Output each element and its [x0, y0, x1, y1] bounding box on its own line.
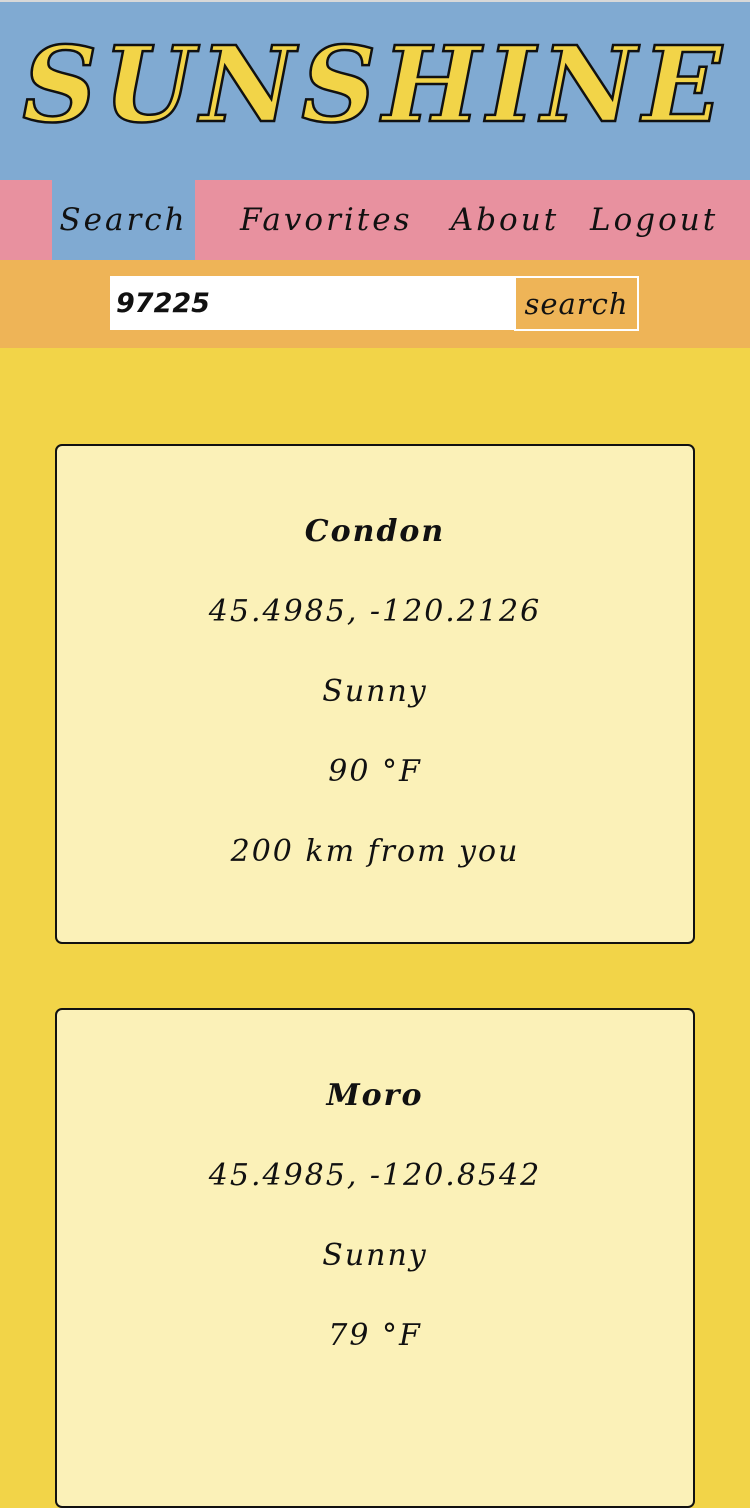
result-card[interactable]: Moro 45.4985, -120.8542 Sunny 79 °F — [55, 1008, 695, 1508]
search-bar: search — [0, 260, 750, 348]
weather-condition: Sunny — [322, 674, 428, 709]
app-header: SUNSHINE — [0, 0, 750, 180]
zip-search-input[interactable] — [110, 276, 514, 330]
nav-item-favorites[interactable]: Favorites — [240, 180, 410, 260]
nav-item-search[interactable]: Search — [52, 180, 195, 260]
search-button[interactable]: search — [514, 276, 639, 331]
distance: 200 km from you — [230, 834, 520, 869]
weather-condition: Sunny — [322, 1238, 428, 1273]
location-coords: 45.4985, -120.2126 — [208, 594, 542, 629]
result-card[interactable]: Condon 45.4985, -120.2126 Sunny 90 °F 20… — [55, 444, 695, 944]
nav-bar: Search Favorites About Logout — [0, 180, 750, 260]
location-coords: 45.4985, -120.8542 — [208, 1158, 542, 1193]
app-logo: SUNSHINE — [21, 23, 728, 146]
nav-item-about[interactable]: About — [450, 180, 560, 260]
location-name: Condon — [304, 514, 446, 549]
nav-item-logout[interactable]: Logout — [590, 180, 715, 260]
location-name: Moro — [326, 1078, 424, 1113]
temperature: 90 °F — [328, 754, 422, 789]
temperature: 79 °F — [328, 1318, 422, 1353]
